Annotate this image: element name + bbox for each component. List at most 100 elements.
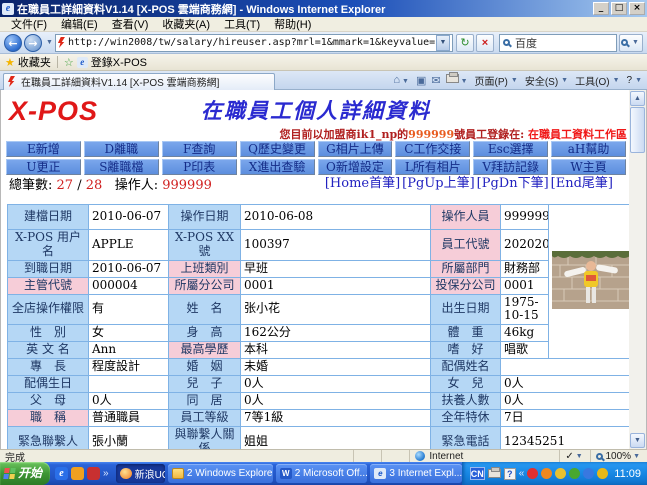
command-menu[interactable]: 安全(S)▼ bbox=[525, 73, 570, 88]
vertical-scrollbar[interactable]: ▲ ▼ bbox=[629, 90, 646, 449]
field-value: 未婚 bbox=[241, 359, 431, 376]
favorites-label[interactable]: 收藏夹 bbox=[18, 54, 51, 70]
action-button[interactable]: C工作交接 bbox=[395, 141, 470, 157]
field-value: 100397 bbox=[241, 230, 431, 261]
record-nav-link[interactable]: [PgDn下筆] bbox=[477, 176, 549, 191]
action-button[interactable]: Q歷史變更 bbox=[240, 141, 315, 157]
scrollbar-thumb[interactable] bbox=[630, 107, 645, 153]
action-button[interactable]: aH幫助 bbox=[551, 141, 626, 157]
field-label: 員工代號 bbox=[431, 230, 501, 261]
read-mail-icon[interactable]: ✉ bbox=[431, 74, 440, 87]
url-text[interactable]: http://win2008/tw/salary/hireuser.asp?mr… bbox=[68, 37, 436, 48]
task-label: 3 Internet Expl... bbox=[389, 468, 461, 479]
clock[interactable]: 11:09 bbox=[614, 468, 641, 480]
field-value: 202020 bbox=[501, 230, 549, 261]
menu-item[interactable]: 文件(F) bbox=[4, 16, 54, 32]
printer-tray-icon[interactable] bbox=[488, 469, 501, 478]
history-dropdown-icon[interactable]: ▼ bbox=[46, 39, 53, 46]
action-button[interactable]: L所有相片 bbox=[395, 159, 470, 175]
action-button[interactable]: X進出查驗 bbox=[240, 159, 315, 175]
folder-task-icon bbox=[172, 468, 184, 479]
refresh-button[interactable]: ↻ bbox=[456, 34, 474, 52]
blue-app-icon[interactable] bbox=[583, 468, 594, 479]
record-nav-link[interactable]: [Home首筆] bbox=[325, 176, 400, 191]
address-dropdown-icon[interactable]: ▼ bbox=[436, 35, 450, 51]
close-button[interactable]: × bbox=[629, 2, 645, 15]
record-nav-link[interactable]: [End尾筆] bbox=[551, 176, 613, 191]
internet-zone-icon bbox=[415, 451, 425, 461]
tab-title: 在職員工詳細資料V1.14 [X-POS 雲端商務網] bbox=[21, 74, 219, 89]
action-button[interactable]: O新增設定 bbox=[318, 159, 393, 175]
action-button[interactable]: E新增 bbox=[6, 141, 81, 157]
field-value: 程度設計 bbox=[89, 359, 169, 376]
command-menu[interactable]: 工具(O)▼ bbox=[575, 73, 621, 88]
overflow-chevron[interactable]: » bbox=[103, 468, 109, 479]
task-label: 新浪UC bbox=[135, 466, 165, 481]
feeds-icon[interactable]: ▣ bbox=[416, 74, 426, 87]
forward-button[interactable]: → bbox=[24, 34, 42, 52]
action-button[interactable]: S離職檔 bbox=[84, 159, 159, 175]
field-value: 2010-06-08 bbox=[241, 205, 431, 230]
penguin-quicklaunch-icon[interactable] bbox=[87, 467, 100, 480]
favorite-link[interactable]: 登錄X-POS bbox=[91, 54, 147, 70]
search-text[interactable]: 百度 bbox=[515, 35, 537, 51]
search-go-button[interactable]: ▼ bbox=[619, 34, 643, 52]
command-menu[interactable]: ?▼ bbox=[627, 75, 645, 86]
stop-button[interactable]: × bbox=[476, 34, 494, 52]
login-employee-no: 999999 bbox=[408, 128, 454, 141]
action-button[interactable]: P印表 bbox=[162, 159, 237, 175]
menu-item[interactable]: 查看(V) bbox=[105, 16, 156, 32]
language-indicator[interactable]: CN bbox=[470, 467, 485, 480]
qq-penguin-icon[interactable] bbox=[527, 468, 538, 479]
taskbar-task[interactable]: W2 Microsoft Off...▼ bbox=[276, 464, 368, 483]
field-label: 全店操作權限 bbox=[8, 294, 89, 325]
action-button[interactable]: V拜訪記錄 bbox=[473, 159, 548, 175]
taskbar-task[interactable]: 2 Windows Explorer▼ bbox=[168, 464, 273, 483]
protected-mode-panel[interactable]: ✓▼ bbox=[559, 450, 589, 462]
menu-item[interactable]: 帮助(H) bbox=[267, 16, 318, 32]
action-button[interactable]: G相片上傳 bbox=[318, 141, 393, 157]
collapse-chevron-icon[interactable]: « bbox=[519, 468, 525, 479]
search-icon bbox=[503, 39, 510, 46]
field-label: 上班類別 bbox=[169, 260, 241, 277]
system-tray: CN ? « 11:09 bbox=[462, 462, 647, 485]
start-button[interactable]: 开始 bbox=[0, 462, 50, 485]
scroll-up-icon[interactable]: ▲ bbox=[630, 91, 645, 106]
home-icon[interactable]: ⌂▼ bbox=[393, 74, 411, 86]
zoom-control[interactable]: 100%▼ bbox=[590, 450, 647, 462]
qq-quicklaunch-icon[interactable] bbox=[71, 467, 84, 480]
print-icon[interactable]: ▼ bbox=[446, 74, 470, 86]
shield-icon[interactable] bbox=[597, 468, 608, 479]
record-nav-link[interactable]: [PgUp上筆] bbox=[402, 176, 475, 191]
search-input[interactable]: 百度 bbox=[499, 34, 617, 52]
flower-icon[interactable] bbox=[555, 468, 566, 479]
minimize-button[interactable]: _ bbox=[593, 2, 609, 15]
qq-orange-icon[interactable] bbox=[541, 468, 552, 479]
menu-item[interactable]: 收藏夹(A) bbox=[155, 16, 217, 32]
title-bar: e 在職員工詳細資料V1.14 [X-POS 雲端商務網] - Windows … bbox=[0, 0, 647, 17]
action-button[interactable]: W主頁 bbox=[551, 159, 626, 175]
green-app-icon[interactable] bbox=[569, 468, 580, 479]
address-bar[interactable]: http://win2008/tw/salary/hireuser.asp?mr… bbox=[55, 34, 453, 52]
back-button[interactable]: ← bbox=[4, 34, 22, 52]
field-value: 0人 bbox=[501, 393, 632, 410]
field-value: 12345251 bbox=[501, 427, 632, 449]
tab-active[interactable]: 在職員工詳細資料V1.14 [X-POS 雲端商務網] bbox=[3, 73, 275, 90]
favorite-site-icon: e bbox=[77, 57, 88, 68]
help-tray-icon[interactable]: ? bbox=[504, 468, 516, 480]
command-menu[interactable]: 页面(P)▼ bbox=[475, 73, 520, 88]
field-label: 專 長 bbox=[8, 359, 89, 376]
action-button[interactable]: Esc選擇 bbox=[473, 141, 548, 157]
menu-item[interactable]: 编辑(E) bbox=[54, 16, 105, 32]
scroll-down-icon[interactable]: ▼ bbox=[630, 433, 645, 448]
search-dropdown-icon[interactable]: ▼ bbox=[632, 39, 639, 46]
taskbar-task[interactable]: 新浪UC bbox=[116, 464, 165, 483]
add-favorite-icon[interactable]: ☆ bbox=[64, 56, 74, 69]
action-button[interactable]: D離職 bbox=[84, 141, 159, 157]
action-button[interactable]: U更正 bbox=[6, 159, 81, 175]
taskbar-task[interactable]: e3 Internet Expl...▼ bbox=[370, 464, 461, 483]
menu-item[interactable]: 工具(T) bbox=[217, 16, 267, 32]
action-button[interactable]: F查詢 bbox=[162, 141, 237, 157]
restore-button[interactable]: □ bbox=[611, 2, 627, 15]
ie-quicklaunch-icon[interactable]: e bbox=[55, 467, 68, 480]
